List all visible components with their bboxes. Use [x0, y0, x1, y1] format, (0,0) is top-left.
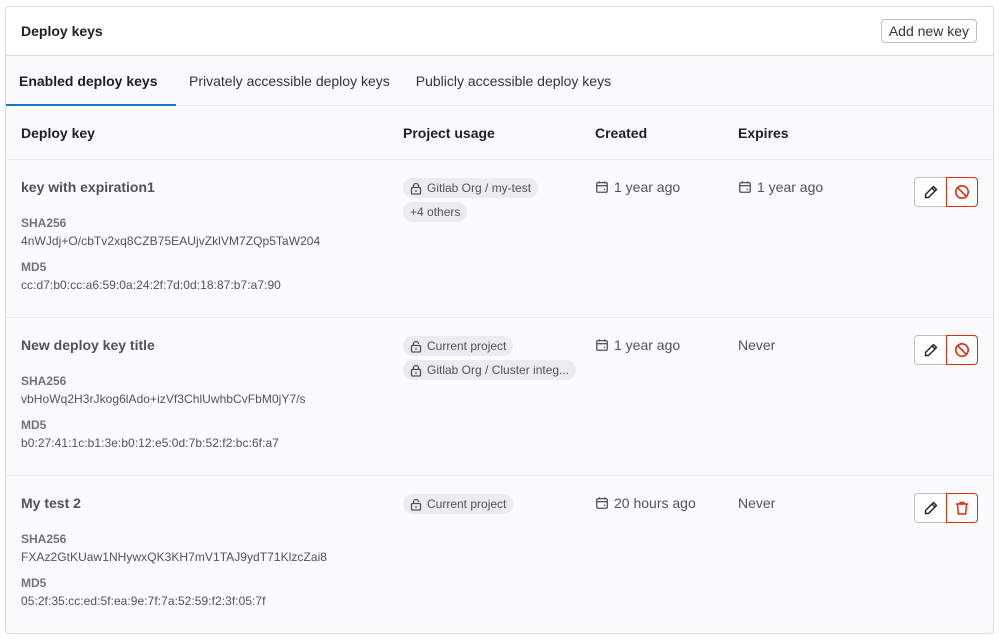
disable-icon	[954, 184, 970, 200]
lock-open-icon	[410, 498, 422, 511]
created-text: 20 hours ago	[614, 495, 696, 511]
sha256-label: SHA256	[21, 532, 67, 546]
key-title: New deploy key title	[21, 337, 155, 353]
key-title: My test 2	[21, 495, 81, 511]
column-created: Created	[595, 124, 648, 141]
md5-value: cc:d7:b0:cc:a6:59:0a:24:2f:7d:0d:18:87:b…	[21, 278, 281, 292]
key-title: key with expiration1	[21, 179, 155, 195]
table-row: key with expiration1 SHA256 4nWJdj+O/cbT…	[6, 160, 993, 318]
project-usage-label: +4 others	[410, 205, 461, 219]
lock-open-icon	[410, 340, 422, 353]
md5-label: MD5	[21, 418, 47, 432]
project-usage-label: Current project	[427, 339, 507, 353]
expires-date: 1 year ago	[738, 179, 823, 195]
sha256-value: 4nWJdj+O/cbTv2xq8CZB75EAUjvZklVM7ZQp5TaW…	[21, 234, 321, 248]
row-actions	[914, 177, 978, 207]
created-date: 20 hours ago	[595, 495, 696, 511]
project-usage-list: Gitlab Org / my-test +4 others	[403, 178, 539, 222]
project-usage-label: Current project	[427, 497, 507, 511]
edit-button[interactable]	[914, 177, 946, 207]
md5-value: 05:2f:35:cc:ed:5f:ea:9e:7f:7a:52:59:f2:3…	[21, 594, 266, 608]
tab-publicly-accessible-deploy-keys[interactable]: Publicly accessible deploy keys	[403, 56, 624, 106]
sha256-label: SHA256	[21, 216, 67, 230]
project-usage-badge[interactable]: Current project	[403, 336, 514, 356]
column-deploy-key: Deploy key	[21, 124, 95, 141]
calendar-icon	[738, 180, 752, 194]
deploy-keys-card: Deploy keys Add new key Enabled deploy k…	[5, 6, 994, 634]
project-usage-badge[interactable]: +4 others	[403, 202, 468, 222]
card-header: Deploy keys Add new key	[6, 7, 993, 56]
pencil-icon	[924, 501, 937, 515]
project-usage-badge[interactable]: Gitlab Org / my-test	[403, 178, 539, 198]
card-title: Deploy keys	[21, 23, 103, 39]
disable-button[interactable]	[946, 177, 978, 207]
column-project-usage: Project usage	[403, 124, 495, 141]
created-text: 1 year ago	[614, 179, 681, 195]
table-body: key with expiration1 SHA256 4nWJdj+O/cbT…	[6, 160, 993, 633]
project-usage-badge[interactable]: Current project	[403, 494, 514, 514]
edit-button[interactable]	[914, 335, 946, 365]
lock-icon	[410, 364, 422, 377]
remove-button[interactable]	[946, 493, 978, 523]
expires-date: Never	[738, 337, 776, 353]
disable-button[interactable]	[946, 335, 978, 365]
lock-icon	[410, 182, 422, 195]
disable-icon	[954, 342, 970, 358]
column-expires: Expires	[738, 124, 789, 141]
tab-privately-accessible-deploy-keys[interactable]: Privately accessible deploy keys	[176, 56, 403, 106]
tabs: Enabled deploy keys Privately accessible…	[6, 56, 993, 106]
md5-label: MD5	[21, 260, 47, 274]
expires-text: 1 year ago	[757, 179, 824, 195]
sha256-value: FXAz2GtKUaw1NHywxQK3KH7mV1TAJ9ydT71KlzcZ…	[21, 550, 328, 564]
created-date: 1 year ago	[595, 179, 680, 195]
sha256-label: SHA256	[21, 374, 67, 388]
table-header: Deploy key Project usage Created Expires	[6, 106, 993, 160]
pencil-icon	[924, 343, 937, 357]
calendar-icon	[596, 181, 608, 193]
created-text: 1 year ago	[614, 337, 681, 353]
project-usage-list: Current project Gitlab Org / Cluster inte…	[403, 336, 577, 380]
sha256-value: vbHoWq2H3rJkog6lAdo+izVf3ChlUwhbCvFbM0jY…	[21, 392, 306, 406]
project-usage-badge[interactable]: Gitlab Org / Cluster integ...	[403, 360, 577, 380]
calendar-icon	[596, 339, 608, 351]
md5-value: b0:27:41:1c:b1:3e:b0:12:e5:0d:7b:52:f2:b…	[21, 436, 279, 450]
pencil-icon	[924, 185, 937, 199]
edit-button[interactable]	[914, 493, 946, 523]
project-usage-label: Gitlab Org / my-test	[427, 181, 532, 195]
row-actions	[914, 493, 978, 523]
calendar-icon	[596, 497, 608, 509]
row-actions	[914, 335, 978, 365]
md5-label: MD5	[21, 576, 47, 590]
trash-icon	[954, 500, 970, 516]
tab-enabled-deploy-keys[interactable]: Enabled deploy keys	[6, 56, 176, 106]
expires-date: Never	[738, 495, 776, 511]
add-new-key-button[interactable]: Add new key	[880, 19, 977, 43]
project-usage-label: Gitlab Org / Cluster integ...	[427, 363, 570, 377]
table-row: New deploy key title SHA256 vbHoWq2H3rJk…	[6, 318, 993, 476]
created-date: 1 year ago	[595, 337, 680, 353]
project-usage-list: Current project	[403, 494, 514, 514]
table-row: My test 2 SHA256 FXAz2GtKUaw1NHywxQK3KH7…	[6, 476, 993, 633]
